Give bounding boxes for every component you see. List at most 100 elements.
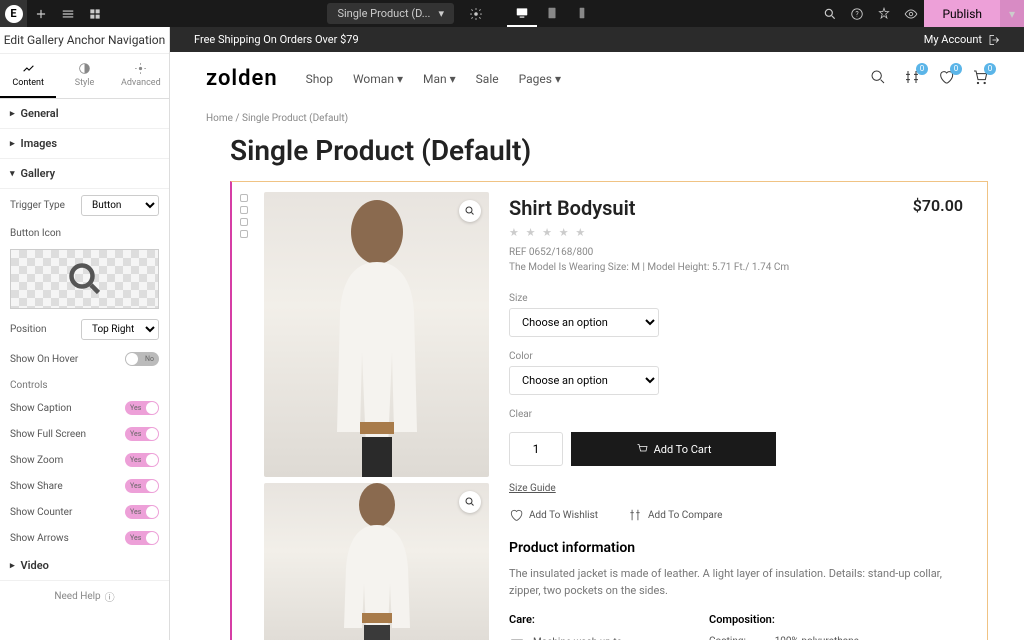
product-section: Shirt Bodysuit $70.00 ★ ★ ★ ★ ★ REF 0652… <box>230 181 988 640</box>
compare-icon <box>628 508 642 522</box>
care-heading: Care: <box>509 613 669 626</box>
size-guide-link[interactable]: Size Guide <box>509 483 556 494</box>
toggle-show-caption[interactable]: Yes <box>125 401 159 415</box>
section-video[interactable]: ▸Video <box>0 551 169 581</box>
clear-options[interactable]: Clear <box>509 409 963 420</box>
section-images[interactable]: ▸Images <box>0 129 169 159</box>
structure-icon[interactable] <box>81 0 108 27</box>
header-compare-icon[interactable]: 0 <box>904 69 920 89</box>
product-price: $70.00 <box>913 196 963 215</box>
help-icon[interactable]: ? <box>843 0 870 27</box>
device-mobile[interactable] <box>567 0 597 27</box>
product-title: Shirt Bodysuit <box>509 196 636 220</box>
search-icon[interactable] <box>816 0 843 27</box>
toggle-show-on-hover[interactable]: No <box>125 352 159 366</box>
zoom-icon[interactable] <box>459 491 481 513</box>
page-title: Single Product (Default) <box>170 132 1024 181</box>
thumb-2[interactable] <box>240 206 248 214</box>
field-show-on-hover: Show On Hover No <box>0 346 169 372</box>
control-show-arrows: Show ArrowsYes <box>0 525 169 551</box>
header-wishlist-icon[interactable]: 0 <box>938 69 954 89</box>
model-back-image <box>322 483 432 640</box>
header-cart-icon[interactable]: 0 <box>972 69 988 89</box>
nav-shop[interactable]: Shop <box>306 72 333 86</box>
publish-options[interactable]: ▾ <box>1000 0 1024 27</box>
toggle-show-zoom[interactable]: Yes <box>125 453 159 467</box>
chevron-down-icon: ▾ <box>397 72 403 86</box>
my-account-link[interactable]: My Account <box>924 33 1000 46</box>
header-search-icon[interactable] <box>870 69 886 89</box>
thumb-1[interactable] <box>240 194 248 202</box>
breadcrumb: Home / Single Product (Default) <box>170 105 1024 132</box>
control-show-share: Show ShareYes <box>0 473 169 499</box>
toggle-show-arrows[interactable]: Yes <box>125 531 159 545</box>
field-trigger-type: Trigger Type Button <box>0 189 169 222</box>
page-title-dropdown[interactable]: Single Product (D... ▾ <box>327 3 454 24</box>
add-icon[interactable] <box>27 0 54 27</box>
gallery-image-2[interactable] <box>264 483 489 640</box>
section-general[interactable]: ▸General <box>0 99 169 129</box>
device-tablet[interactable] <box>537 0 567 27</box>
zoom-icon[interactable] <box>459 200 481 222</box>
device-desktop[interactable] <box>507 0 537 27</box>
nav-pages[interactable]: Pages▾ <box>519 72 561 86</box>
control-show-zoom: Show ZoomYes <box>0 447 169 473</box>
add-to-cart-button[interactable]: Add To Cart <box>571 432 776 466</box>
composition-heading: Composition: <box>709 613 859 626</box>
quantity-input[interactable] <box>509 432 563 466</box>
section-gallery[interactable]: ▾Gallery <box>0 159 169 189</box>
crumb-home[interactable]: Home <box>206 113 233 124</box>
nav-sale[interactable]: Sale <box>476 72 499 86</box>
sidebar-title: Edit Gallery Anchor Navigation <box>0 27 169 54</box>
color-select[interactable]: Choose an option <box>509 366 659 395</box>
product-info-desc: The insulated jacket is made of leather.… <box>509 566 963 599</box>
tab-style[interactable]: Style <box>56 54 112 98</box>
field-position: Position Top Right <box>0 313 169 346</box>
logout-icon <box>988 34 1000 46</box>
chevron-down-icon: ▾ <box>450 72 456 86</box>
wash-icon <box>509 636 525 640</box>
tab-content[interactable]: Content <box>0 54 56 98</box>
controls-heading: Controls <box>0 372 169 395</box>
toggle-show-fullscreen[interactable]: Yes <box>125 427 159 441</box>
chevron-down-icon: ▾ <box>438 7 444 20</box>
nav-man[interactable]: Man▾ <box>423 72 456 86</box>
settings-panel-icon[interactable] <box>54 0 81 27</box>
tab-advanced[interactable]: Advanced <box>113 54 169 98</box>
nav-woman[interactable]: Woman▾ <box>353 72 403 86</box>
product-info: Shirt Bodysuit $70.00 ★ ★ ★ ★ ★ REF 0652… <box>503 192 969 640</box>
size-select[interactable]: Choose an option <box>509 308 659 337</box>
gallery-thumbs <box>238 192 250 640</box>
rating-stars[interactable]: ★ ★ ★ ★ ★ <box>509 226 963 239</box>
whats-new-icon[interactable] <box>870 0 897 27</box>
toggle-show-share[interactable]: Yes <box>125 479 159 493</box>
publish-button[interactable]: Publish <box>924 0 1000 27</box>
control-show-counter: Show CounterYes <box>0 499 169 525</box>
need-help[interactable]: Need Helpⓘ <box>0 581 169 612</box>
elementor-logo[interactable]: E <box>0 0 27 27</box>
comp-row: Coating:100% polyurethane <box>709 636 859 640</box>
add-to-compare[interactable]: Add To Compare <box>628 508 722 522</box>
position-select[interactable]: Top Right <box>81 319 159 340</box>
add-to-wishlist[interactable]: Add To Wishlist <box>509 508 598 522</box>
product-info-heading: Product information <box>509 540 963 556</box>
control-show-caption: Show CaptionYes <box>0 395 169 421</box>
chevron-down-icon: ▾ <box>555 72 561 86</box>
gallery-image-1[interactable] <box>264 192 489 477</box>
preview-canvas: Free Shipping On Orders Over $79 My Acco… <box>170 27 1024 640</box>
site-header: zolden Shop Woman▾ Man▾ Sale Pages▾ 0 0 … <box>170 52 1024 105</box>
page-settings-icon[interactable] <box>462 0 489 27</box>
announcement-bar: Free Shipping On Orders Over $79 My Acco… <box>170 27 1024 52</box>
field-button-icon-label: Button Icon <box>0 222 169 245</box>
site-logo[interactable]: zolden <box>206 66 278 91</box>
toggle-show-counter[interactable]: Yes <box>125 505 159 519</box>
app-topbar: E Single Product (D... ▾ ? Publish ▾ <box>0 0 1024 27</box>
button-icon-preview[interactable] <box>10 249 159 309</box>
thumb-4[interactable] <box>240 230 248 238</box>
model-front-image <box>312 192 442 477</box>
trigger-type-select[interactable]: Button <box>81 195 159 216</box>
size-label: Size <box>509 293 963 304</box>
thumb-3[interactable] <box>240 218 248 226</box>
preview-icon[interactable] <box>897 0 924 27</box>
magnifier-icon <box>67 261 103 297</box>
